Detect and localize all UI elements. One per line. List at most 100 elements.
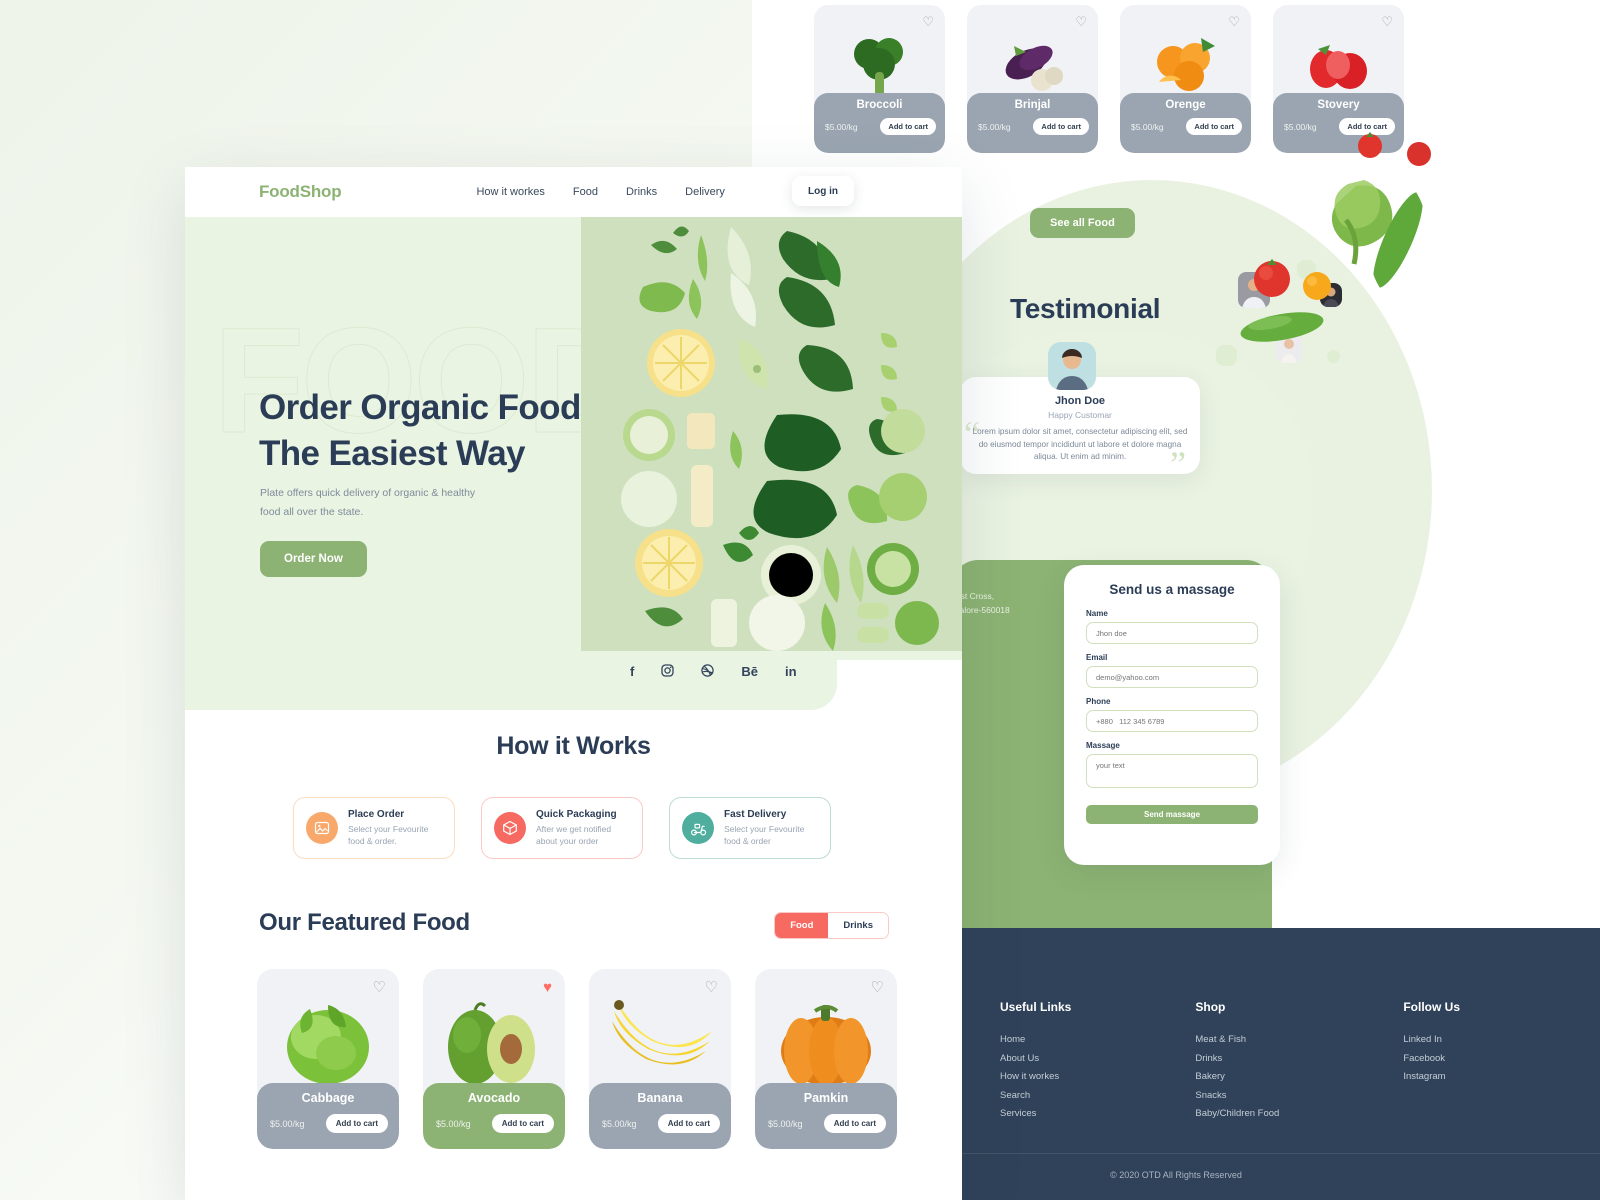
right-product-grid-row2: ♡ Broccoli $5.00/kg Add to cart ♡ Brinja… xyxy=(814,5,1404,153)
contact-form-card: Send us a massage Name Email Phone Massa… xyxy=(1064,565,1280,865)
footer-link[interactable]: Search xyxy=(1000,1087,1071,1106)
nav-link-delivery[interactable]: Delivery xyxy=(685,186,725,198)
step-desc-line-2: food & order. xyxy=(348,836,397,846)
testimonial-role: Happy Customar xyxy=(1048,410,1112,420)
testimonial-quote: Lorem ipsum dolor sit amet, consectetur … xyxy=(972,427,1188,462)
navbar: FoodShop How it workes Food Drinks Deliv… xyxy=(185,167,962,217)
hero-subtitle-line-2: food all over the state. xyxy=(260,506,364,519)
add-to-cart-button[interactable]: Add to cart xyxy=(1186,118,1242,135)
product-name: Pamkin xyxy=(803,1091,849,1105)
add-to-cart-button[interactable]: Add to cart xyxy=(880,118,936,135)
name-input[interactable] xyxy=(1086,622,1258,644)
product-name: Banana xyxy=(637,1091,683,1105)
product-name: Brinjal xyxy=(1014,99,1051,111)
step-desc-line-1: Select your Fevourite xyxy=(724,823,805,834)
field-label: Phone xyxy=(1086,697,1111,706)
featured-products-grid: ♡ Cabbage $5.00/kg Add to cart ♥ Avocado… xyxy=(257,969,897,1149)
footer-link[interactable]: Drinks xyxy=(1195,1050,1279,1069)
footer-heading: Shop xyxy=(1195,1000,1226,1014)
how-it-works-card-fast-delivery[interactable]: Fast Delivery Select your Fevourite food… xyxy=(669,797,831,859)
product-footer: Avocado $5.00/kg Add to cart xyxy=(423,1083,565,1149)
screenshot-stage: ♡ Cabbage $5.00/kg Add to cart ♥ xyxy=(0,0,1600,1200)
footer-link[interactable]: Services xyxy=(1000,1105,1071,1124)
nav-link-how-it-workes[interactable]: How it workes xyxy=(476,186,544,198)
product-price: $5.00/kg xyxy=(978,121,1011,132)
product-card[interactable]: ♡ Cabbage $5.00/kg Add to cart xyxy=(257,969,399,1149)
footer-link[interactable]: How it workes xyxy=(1000,1068,1071,1087)
send-message-button[interactable]: Send massage xyxy=(1086,805,1258,824)
product-footer: Orenge $5.00/kg Add to cart xyxy=(1120,93,1251,153)
featured-food-title: Our Featured Food xyxy=(259,909,470,936)
product-card[interactable]: ♡ Stovery $5.00/kg Add to cart xyxy=(1273,5,1404,153)
footer-link[interactable]: Facebook xyxy=(1403,1050,1460,1069)
nav-link-food[interactable]: Food xyxy=(573,186,598,198)
nav-link-drinks[interactable]: Drinks xyxy=(626,186,657,198)
step-desc-line-2: food & order xyxy=(724,836,771,846)
add-to-cart-button[interactable]: Add to cart xyxy=(325,1114,388,1133)
add-to-cart-button[interactable]: Add to cart xyxy=(823,1114,886,1133)
footer-column-follow-us: Follow Us Linked In Facebook Instagram xyxy=(1403,1000,1460,1124)
footer-link[interactable]: Snacks xyxy=(1195,1087,1279,1106)
product-footer: Pamkin $5.00/kg Add to cart xyxy=(755,1083,897,1149)
how-it-works-title: How it Works xyxy=(496,732,651,760)
message-textarea[interactable] xyxy=(1086,754,1258,788)
footer-link[interactable]: Instagram xyxy=(1403,1068,1460,1087)
product-card[interactable]: ♡ Orenge $5.00/kg Add to cart xyxy=(1120,5,1251,153)
toggle-option-food[interactable]: Food xyxy=(775,913,829,938)
tomato-decoration-icon xyxy=(1358,132,1382,158)
hero-section: FOOD Order Organic Food The Easiest Way … xyxy=(185,217,962,710)
cucumber-decoration-icon xyxy=(1240,312,1324,342)
product-card[interactable]: ♡ Pamkin $5.00/kg Add to cart xyxy=(755,969,897,1149)
product-card[interactable]: ♡ Broccoli $5.00/kg Add to cart xyxy=(814,5,945,153)
square-decoration xyxy=(1216,345,1237,366)
footer-link[interactable]: Bakery xyxy=(1195,1068,1279,1087)
add-to-cart-button[interactable]: Add to cart xyxy=(491,1114,554,1133)
field-label: Massage xyxy=(1086,741,1120,750)
footer-link[interactable]: Meat & Fish xyxy=(1195,1031,1279,1050)
how-it-works-card-place-order[interactable]: Place Order Select your Fevourite food &… xyxy=(293,797,455,859)
add-to-cart-button[interactable]: Add to cart xyxy=(1033,118,1089,135)
footer-link[interactable]: Linked In xyxy=(1403,1031,1460,1050)
product-price: $5.00/kg xyxy=(436,1118,471,1129)
cucumber-decoration-icon xyxy=(1373,192,1423,288)
package-box-icon xyxy=(494,812,526,844)
how-it-works-section: How it Works Place Order Select your Fev… xyxy=(185,660,962,859)
testimonial-name: Jhon Doe xyxy=(1054,395,1106,407)
hero-title-line-2: The Easiest Way xyxy=(259,434,526,474)
logo[interactable]: FoodShop xyxy=(259,182,342,202)
product-card[interactable]: ♡ Banana $5.00/kg Add to cart xyxy=(589,969,731,1149)
product-price: $5.00/kg xyxy=(768,1118,803,1129)
email-input[interactable] xyxy=(1086,666,1258,688)
hero-subtitle: Plate offers quick delivery of organic &… xyxy=(260,484,475,523)
product-price: $5.00/kg xyxy=(602,1118,637,1129)
see-all-food-button[interactable]: See all Food xyxy=(1030,208,1135,238)
product-name: Cabbage xyxy=(301,1091,355,1105)
hero-vegetables-image xyxy=(581,217,962,651)
footer-link[interactable]: Home xyxy=(1000,1031,1071,1050)
footer-link[interactable]: Baby/Children Food xyxy=(1195,1105,1279,1124)
field-label: Email xyxy=(1086,653,1108,662)
footer-link[interactable]: About Us xyxy=(1000,1050,1071,1069)
step-desc-line-1: Select your Fevourite xyxy=(348,823,429,834)
product-image xyxy=(423,991,565,1091)
login-button[interactable]: Log in xyxy=(792,176,854,206)
toggle-option-drinks[interactable]: Drinks xyxy=(828,913,888,938)
footer-heading: Follow Us xyxy=(1403,1000,1460,1014)
how-it-works-card-quick-packaging[interactable]: Quick Packaging After we get notified ab… xyxy=(481,797,643,859)
phone-input[interactable] xyxy=(1086,710,1258,732)
food-drinks-toggle: Food Drinks xyxy=(774,912,889,939)
form-field-name: Name xyxy=(1064,609,1280,653)
product-card[interactable]: ♥ Avocado $5.00/kg Add to cart xyxy=(423,969,565,1149)
step-desc-line-1: After we get notified xyxy=(536,823,612,834)
order-now-button: Order Now xyxy=(260,541,367,577)
testimonial-avatar xyxy=(1048,342,1096,390)
footer-column-useful-links: Useful Links Home About Us How it workes… xyxy=(1000,1000,1071,1124)
nav-links: How it workes Food Drinks Delivery xyxy=(476,186,724,198)
form-field-message: Massage xyxy=(1064,741,1280,802)
product-card[interactable]: ♡ Brinjal $5.00/kg Add to cart xyxy=(967,5,1098,153)
add-to-cart-button[interactable]: Add to cart xyxy=(657,1114,720,1133)
delivery-scooter-icon xyxy=(682,812,714,844)
form-field-phone: Phone xyxy=(1064,697,1280,741)
image-order-icon xyxy=(306,812,338,844)
product-name: Avocado xyxy=(467,1091,521,1105)
